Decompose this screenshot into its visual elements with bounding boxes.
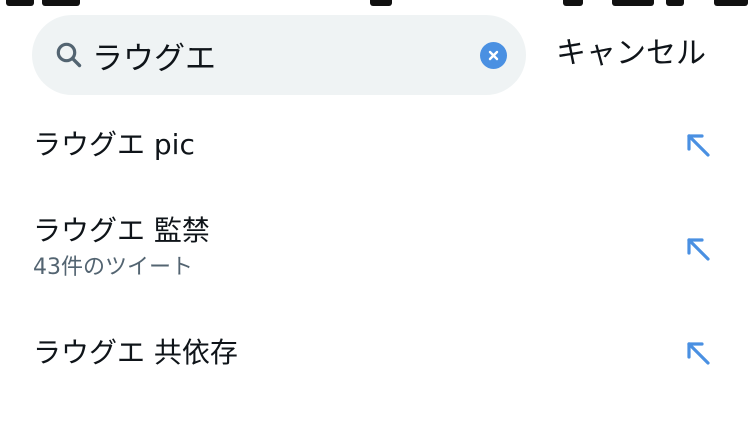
suggestion-item[interactable]: ラウグエ 共依存 <box>0 318 748 390</box>
cancel-button[interactable]: キャンセル <box>556 35 706 73</box>
clear-search-button[interactable] <box>480 42 507 69</box>
suggestion-title: ラウグエ pic <box>33 128 195 161</box>
search-icon <box>56 42 82 68</box>
search-input[interactable] <box>92 29 472 81</box>
arrow-up-left-icon[interactable] <box>684 235 712 263</box>
suggestion-tweet-count: 43件のツイート <box>33 255 193 280</box>
clipped-status-bar <box>0 0 748 6</box>
clear-icon <box>488 50 499 61</box>
arrow-up-left-icon[interactable] <box>684 339 712 367</box>
suggestion-title: ラウグエ 監禁 <box>33 214 210 247</box>
suggestion-item[interactable]: ラウグエ 監禁 43件のツイート <box>0 200 748 300</box>
suggestion-item[interactable]: ラウグエ pic <box>0 112 748 182</box>
arrow-up-left-icon[interactable] <box>684 131 712 159</box>
search-bar[interactable] <box>32 15 526 95</box>
suggestion-title: ラウグエ 共依存 <box>33 336 238 369</box>
